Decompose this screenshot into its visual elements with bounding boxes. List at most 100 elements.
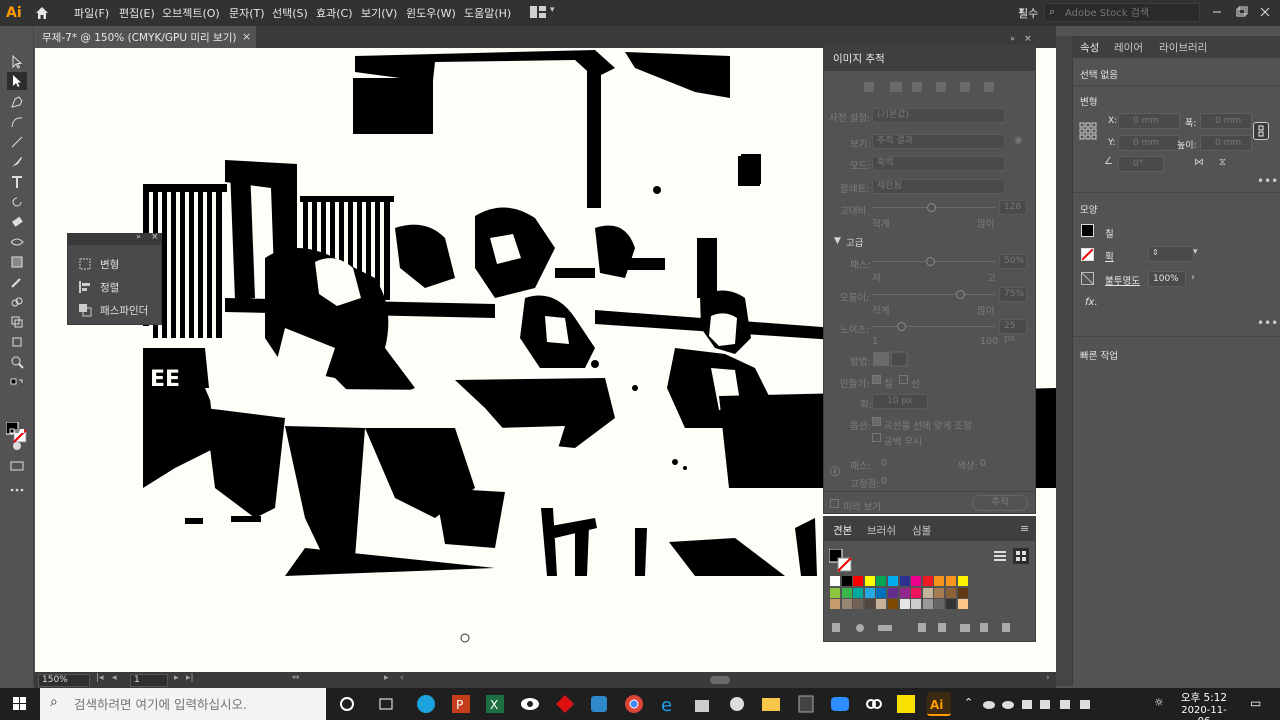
color-swatch[interactable] [911, 599, 922, 610]
opacity-field[interactable]: 100% [1148, 271, 1186, 287]
threshold-slider-knob[interactable] [927, 203, 936, 212]
stroke-checkbox[interactable] [899, 375, 908, 384]
menu-select[interactable]: 선택(S) [272, 5, 308, 21]
system-tray-icons[interactable] [982, 697, 1102, 711]
paintbrush-tool-icon[interactable] [7, 153, 27, 171]
chevron-right-icon[interactable]: › [1191, 272, 1195, 283]
fill-checkbox[interactable] [872, 375, 881, 384]
disclosure-triangle-icon[interactable]: ▼ [834, 236, 841, 246]
color-swatch[interactable] [841, 587, 852, 598]
more-options-icon[interactable]: ••• [1257, 174, 1278, 188]
panel-header[interactable]: » × [68, 232, 161, 245]
clock-date[interactable]: 2020-11-06 [1176, 705, 1232, 720]
color-swatch[interactable] [864, 576, 875, 586]
restore-button[interactable] [1230, 3, 1252, 21]
color-swatch[interactable] [957, 587, 968, 598]
stroke-width-field[interactable]: 10 px [872, 394, 928, 409]
next-page-icon[interactable]: ▸ [174, 673, 179, 683]
first-page-icon[interactable]: |◂ [96, 673, 104, 683]
color-swatch[interactable] [899, 599, 910, 610]
noise-slider-knob[interactable] [897, 322, 906, 331]
store-icon[interactable] [690, 692, 714, 716]
line-tool-icon[interactable] [7, 133, 27, 151]
palette-dropdown[interactable]: 제한됨 [872, 179, 1005, 194]
color-swatch[interactable] [957, 576, 968, 586]
stroke-weight-field[interactable]: ⇕ [1148, 246, 1194, 262]
menu-window[interactable]: 윈도우(W) [406, 5, 456, 21]
color-swatch[interactable] [911, 587, 922, 598]
stepper-icon[interactable]: ⇕ [1152, 248, 1159, 257]
type-tool-icon[interactable] [7, 173, 27, 191]
fill-swatch[interactable] [1081, 224, 1094, 237]
arrange-documents-icon[interactable] [530, 6, 546, 18]
stroke-label[interactable]: 획 [1105, 249, 1114, 263]
stroke-swatch[interactable] [1081, 248, 1094, 261]
color-swatch[interactable] [946, 599, 956, 610]
more-options-icon[interactable]: ••• [1257, 316, 1278, 330]
corners-slider-knob[interactable] [956, 290, 965, 299]
curvature-tool-icon[interactable] [7, 113, 27, 131]
menu-object[interactable]: 오브젝트(O) [162, 5, 220, 21]
menu-help[interactable]: 도움말(H) [464, 5, 511, 21]
color-swatch[interactable] [864, 587, 875, 598]
advanced-label[interactable]: 고급 [846, 235, 863, 249]
app-blue-icon[interactable] [587, 692, 611, 716]
notification-icon[interactable]: ☼ [1154, 696, 1164, 709]
color-swatch[interactable] [899, 576, 910, 586]
app-link-icon[interactable] [862, 692, 886, 716]
trace-button[interactable]: 추적 [972, 495, 1028, 511]
powerpoint-icon[interactable]: P [449, 692, 473, 716]
taskbar-search[interactable]: ⌕ [40, 688, 326, 720]
stock-search-field[interactable]: ⌕ [1044, 3, 1200, 22]
menu-edit[interactable]: 편집(E) [119, 5, 155, 21]
clock-time[interactable]: 오후 5:12 [1176, 690, 1232, 705]
flip-horizontal-icon[interactable]: ⋈ [1194, 157, 1204, 168]
scroll-right-icon[interactable]: › [1046, 673, 1050, 683]
mode-dropdown[interactable]: 흑백 [872, 156, 1005, 171]
zoom-level-field[interactable]: 150% [38, 674, 90, 687]
taskbar-search-input[interactable] [74, 695, 314, 713]
fx-button[interactable]: fx. [1085, 297, 1098, 308]
tab-symbols[interactable]: 심볼 [912, 523, 931, 538]
home-icon[interactable] [34, 5, 50, 21]
ignore-white-checkbox[interactable] [872, 433, 881, 442]
close-window-button[interactable] [1254, 3, 1276, 21]
app-red-icon[interactable] [553, 692, 577, 716]
color-swatch[interactable] [830, 576, 840, 586]
prev-page-icon[interactable]: ◂ [112, 673, 117, 683]
width-field[interactable]: 0 mm [1200, 113, 1252, 129]
color-swatch[interactable] [922, 587, 933, 598]
menu-file[interactable]: 파일(F) [74, 5, 109, 21]
swap-fill-stroke-icon[interactable] [7, 376, 27, 394]
color-swatch[interactable] [888, 576, 898, 586]
pen-tool-icon[interactable] [7, 93, 27, 111]
minimize-button[interactable] [1206, 3, 1228, 21]
chrome-icon[interactable] [622, 692, 646, 716]
corners-value-field[interactable]: 75% [999, 287, 1027, 302]
kakaotalk-icon[interactable] [894, 692, 918, 716]
cortana-icon[interactable] [335, 692, 359, 716]
color-swatch[interactable] [841, 599, 852, 610]
color-swatch[interactable] [853, 576, 864, 586]
selection-tool-icon[interactable] [7, 53, 27, 71]
scroll-left-icon[interactable]: ‹ [400, 673, 404, 683]
windows-start-icon[interactable] [0, 688, 40, 720]
menu-type[interactable]: 문자(T) [229, 5, 265, 21]
panel-header[interactable]: » × [824, 34, 1035, 45]
method-buttons[interactable] [872, 351, 912, 367]
mini-panel-transform[interactable]: 변형 [76, 254, 160, 274]
x-field[interactable]: 0 mm [1118, 113, 1180, 129]
color-swatch[interactable] [922, 599, 933, 610]
color-swatch[interactable] [946, 576, 956, 586]
file-explorer-icon[interactable] [759, 692, 783, 716]
mini-panel-pathfinder[interactable]: 패스파인더 [76, 300, 160, 320]
color-swatch[interactable] [957, 599, 968, 610]
color-swatch[interactable] [853, 587, 864, 598]
noise-value-field[interactable]: 25 px [999, 319, 1027, 344]
horizontal-scrollbar-thumb[interactable] [710, 676, 730, 684]
stock-search-input[interactable] [1065, 6, 1195, 20]
eyedropper-tool-icon[interactable] [7, 273, 27, 291]
collapse-icon[interactable]: » [1010, 34, 1015, 43]
page-number-field[interactable]: 1 [130, 674, 168, 687]
color-swatch[interactable] [899, 587, 910, 598]
